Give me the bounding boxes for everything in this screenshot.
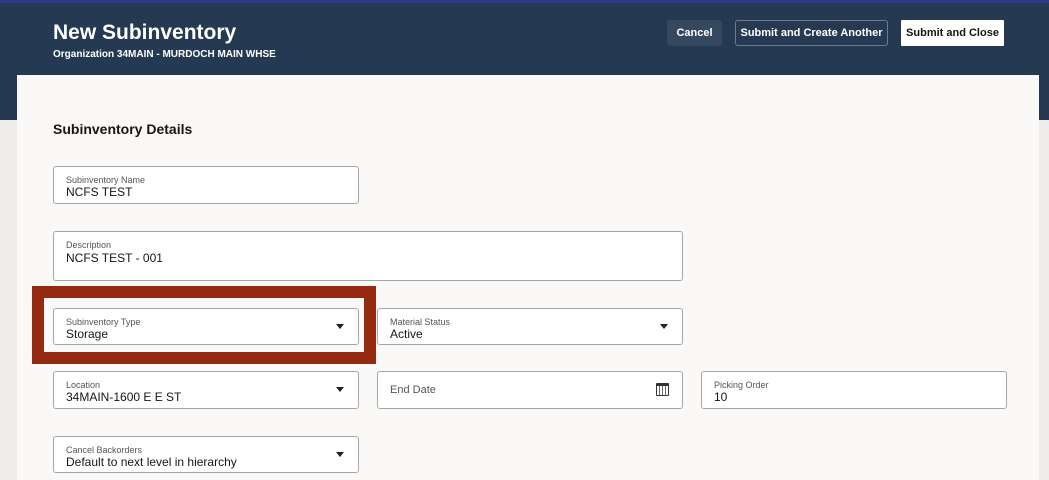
chevron-down-icon[interactable]: [336, 452, 344, 457]
submit-and-close-button[interactable]: Submit and Close: [901, 20, 1004, 46]
field-label: Location: [66, 380, 101, 390]
page-title: New Subinventory: [53, 21, 237, 44]
field-value: NCFS TEST - 001: [66, 251, 163, 265]
field-label: Picking Order: [714, 380, 769, 390]
field-value: NCFS TEST: [66, 185, 133, 199]
chevron-down-icon[interactable]: [336, 324, 344, 329]
subinventory-name-field[interactable]: Subinventory Name NCFS TEST: [53, 166, 359, 204]
field-label: Material Status: [390, 317, 451, 327]
field-label: Description: [66, 240, 112, 250]
field-label: Cancel Backorders: [66, 445, 143, 455]
cancel-button[interactable]: Cancel: [667, 20, 722, 46]
chevron-down-icon[interactable]: [336, 387, 344, 392]
field-value: Storage: [66, 327, 109, 341]
organization-subtitle: Organization 34MAIN - MURDOCH MAIN WHSE: [53, 49, 276, 60]
section-title: Subinventory Details: [53, 121, 193, 137]
subinventory-type-select[interactable]: Subinventory Type Storage: [53, 308, 359, 345]
end-date-field[interactable]: End Date: [377, 371, 683, 409]
cancel-backorders-select[interactable]: Cancel Backorders Default to next level …: [53, 436, 359, 473]
field-label: Subinventory Name: [66, 175, 146, 185]
submit-and-create-another-button[interactable]: Submit and Create Another: [735, 20, 888, 46]
location-select[interactable]: Location 34MAIN-1600 E E ST: [53, 371, 359, 409]
field-label: Subinventory Type: [66, 317, 141, 327]
description-field[interactable]: Description NCFS TEST - 001: [53, 231, 683, 281]
field-value: Active: [390, 327, 423, 341]
field-placeholder: End Date: [390, 384, 436, 396]
chevron-down-icon[interactable]: [660, 324, 668, 329]
field-value: Default to next level in hierarchy: [66, 455, 237, 469]
picking-order-field[interactable]: Picking Order 10: [701, 371, 1007, 409]
material-status-select[interactable]: Material Status Active: [377, 308, 683, 345]
field-value: 34MAIN-1600 E E ST: [66, 390, 182, 404]
field-value: 10: [714, 390, 728, 404]
calendar-icon[interactable]: [656, 383, 669, 396]
